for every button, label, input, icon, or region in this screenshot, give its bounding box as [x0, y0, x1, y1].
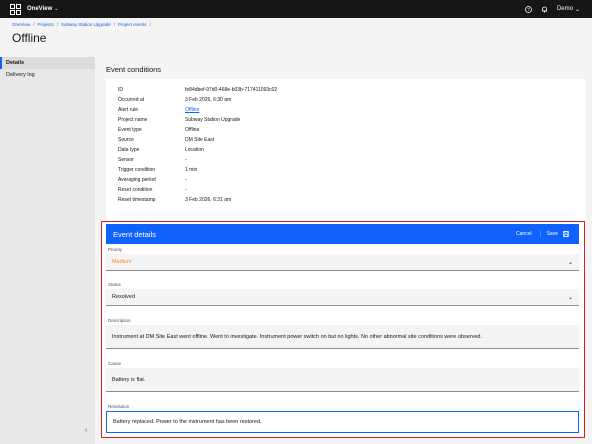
- breadcrumb-item[interactable]: Subway Station Upgrade: [61, 22, 111, 27]
- event-details-panel: Event details Cancel Save Priority Mediu…: [101, 221, 585, 438]
- description-label: Description: [108, 318, 131, 323]
- condition-row: Data type Location: [118, 147, 204, 153]
- condition-row: Source DM Site East: [118, 137, 215, 143]
- sidebar: Details Delivery log: [0, 57, 95, 444]
- resolution-label: Resolution: [108, 404, 130, 409]
- breadcrumb-item[interactable]: OneView: [12, 22, 30, 27]
- description-value: Instrument at DM Site East went offline.…: [112, 333, 483, 340]
- breadcrumb-item[interactable]: Project events: [118, 22, 147, 27]
- save-button[interactable]: Save: [539, 231, 575, 237]
- description-textarea[interactable]: Instrument at DM Site East went offline.…: [106, 325, 579, 349]
- condition-row: Project name Subway Station Upgrade: [118, 117, 241, 123]
- chevron-down-icon: ⌄: [567, 294, 573, 301]
- help-icon[interactable]: ?: [525, 5, 533, 13]
- cause-value: Battery is flat.: [112, 376, 146, 383]
- chevron-left-icon[interactable]: ‹: [82, 427, 90, 435]
- breadcrumb-item[interactable]: Projects: [37, 22, 53, 27]
- resolution-textarea[interactable]: Battery replaced. Power to the instrumen…: [106, 411, 579, 433]
- app-name[interactable]: OneView: [27, 6, 52, 12]
- cause-label: Cause: [108, 361, 122, 366]
- chevron-down-icon: ⌄: [574, 6, 580, 13]
- sidebar-item-label: Delivery log: [6, 72, 35, 78]
- svg-text:?: ?: [528, 7, 531, 12]
- priority-value: Medium: [112, 259, 132, 265]
- user-menu[interactable]: Demo ⌄: [557, 6, 580, 13]
- status-select[interactable]: Resolved ⌄: [106, 289, 579, 306]
- condition-row: Reset timestamp 3 Feb 2026, 6:31 am: [118, 197, 232, 203]
- condition-row: Trigger condition 1 min: [118, 167, 198, 173]
- app-logo-icon[interactable]: [9, 3, 21, 15]
- cause-textarea[interactable]: Battery is flat.: [106, 368, 579, 392]
- bell-icon[interactable]: [541, 5, 549, 13]
- event-details-header: Event details Cancel Save: [106, 224, 579, 244]
- status-label: Status: [108, 282, 121, 287]
- alert-rule-link[interactable]: Offline: [185, 107, 199, 113]
- event-conditions-title: Event conditions: [106, 65, 162, 74]
- save-label: Save: [546, 231, 558, 237]
- breadcrumb: OneView / Projects / Subway Station Upgrad…: [12, 22, 151, 27]
- status-value: Resolved: [112, 294, 135, 300]
- condition-row: Event type Offline: [118, 127, 200, 133]
- chevron-down-icon: ⌄: [567, 259, 573, 266]
- priority-select[interactable]: Medium ⌄: [106, 254, 579, 271]
- event-details-title: Event details: [113, 229, 156, 239]
- sidebar-item-delivery-log[interactable]: Delivery log: [0, 69, 95, 81]
- resolution-value: Battery replaced. Power to the instrumen…: [113, 419, 262, 425]
- user-name: Demo: [556, 6, 573, 12]
- condition-row: Alert rule Offline: [118, 107, 200, 113]
- condition-row: Sensor -: [118, 157, 187, 163]
- priority-label: Priority: [108, 247, 123, 252]
- sidebar-item-details[interactable]: Details: [0, 57, 95, 69]
- save-icon: [563, 231, 569, 237]
- condition-row: Occurred at 3 Feb 2026, 6:30 am: [118, 97, 232, 103]
- cancel-button[interactable]: Cancel: [508, 231, 540, 237]
- condition-row: Averaging period -: [118, 177, 187, 183]
- sidebar-item-label: Details: [6, 60, 25, 66]
- top-bar: OneView ⌄ ? Demo ⌄: [0, 0, 592, 18]
- condition-row: ID fe84dbef-97d0-468e-b03b-717411093c02: [118, 87, 278, 93]
- chevron-down-icon[interactable]: ⌄: [54, 6, 58, 12]
- page-header: OneView / Projects / Subway Station Upgrad…: [0, 18, 592, 51]
- page-title: Offline: [12, 31, 47, 45]
- condition-row: Reset condition -: [118, 187, 187, 193]
